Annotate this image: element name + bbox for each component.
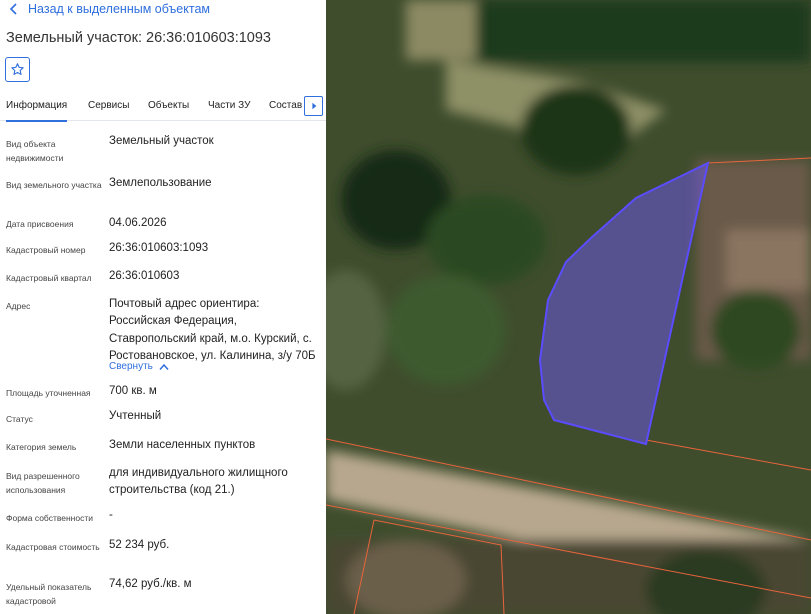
info-sidebar: Назад к выделенным объектам Земельный уч… [0,0,326,614]
specific-value-value: 74,62 руб./кв. м [109,578,192,590]
cadastral-number-value: 26:36:010603:1093 [109,242,209,254]
area-value: 700 кв. м [109,385,157,397]
assignment-date-label: Дата присвоения [6,219,74,229]
back-link[interactable]: Назад к выделенным объектам [6,0,210,18]
tab-info[interactable]: Информация [6,94,68,122]
cadastral-value-label: Кадастровая стоимость [6,542,100,552]
favorite-button[interactable] [5,57,30,82]
satellite-map[interactable] [326,0,811,614]
parcel-kind-label: Вид земельного участка [6,180,102,190]
tab-parcel-parts[interactable]: Части ЗУ [208,94,250,120]
cadastral-value-value: 52 234 руб. [109,539,170,551]
back-link-label: Назад к выделенным объектам [28,2,210,16]
chevron-up-icon [159,363,169,370]
ownership-form-value: - [109,509,113,521]
permitted-use-label: Вид разрешенного использования [6,471,80,495]
tab-services[interactable]: Сервисы [88,94,129,120]
land-category-value: Земли населенных пунктов [109,439,256,451]
land-category-label: Категория земель [6,442,77,452]
ownership-form-label: Форма собственности [6,513,93,523]
chevron-left-icon [9,3,17,15]
address-value: Почтовый адрес ориентира: Российская Фед… [109,298,316,362]
permitted-use-value: для индивидуального жилищного строительс… [109,467,288,497]
address-label: Адрес [6,301,31,311]
tab-bar: Информация Сервисы Объекты Части ЗУ Сост… [0,94,326,122]
status-label: Статус [6,414,33,424]
area-label: Площадь уточненная [6,388,91,398]
status-value: Учтенный [109,410,162,422]
specific-value-label: Удельный показатель кадастровой [6,582,92,606]
address-collapse-label: Свернуть [109,361,153,372]
tab-objects[interactable]: Объекты [148,94,189,120]
tab-composition[interactable]: Состав [269,94,302,120]
cadastral-block-label: Кадастровый квартал [6,273,92,283]
page-title: Земельный участок: 26:36:010603:1093 [6,30,271,46]
assignment-date-value: 04.06.2026 [109,217,167,229]
property-type-value: Земельный участок [109,135,214,147]
tabs-next-button[interactable] [304,96,323,116]
star-icon [11,63,24,75]
property-type-label: Вид объекта недвижимости [6,139,64,163]
cadastral-number-label: Кадастровый номер [6,245,86,255]
parcel-kind-value: Землепользование [109,177,212,189]
chevron-right-icon [311,102,316,110]
cadastral-block-value: 26:36:010603 [109,270,180,282]
address-collapse-link[interactable]: Свернуть [109,361,169,372]
map-canvas[interactable] [326,0,811,614]
